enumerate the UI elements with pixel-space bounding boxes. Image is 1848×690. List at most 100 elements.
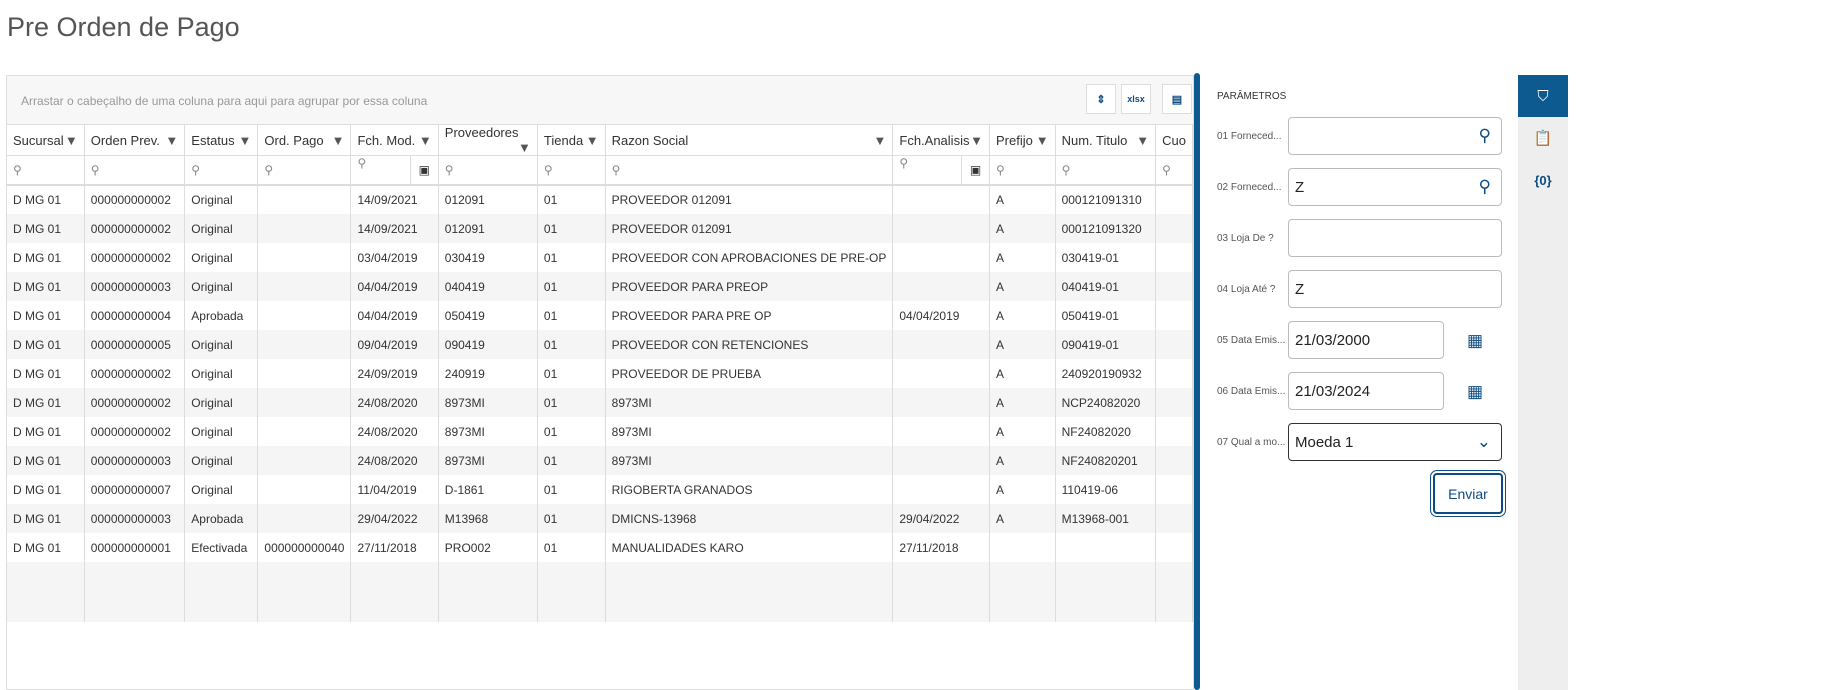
table-row[interactable]: D MG 01 000000000002 Original 03/04/2019 030…	[7, 243, 1193, 272]
calendar-icon[interactable]: ▣	[960, 156, 989, 184]
search-icon: ⚲	[899, 156, 909, 170]
column-filter-input[interactable]: ⚲	[989, 155, 1056, 186]
search-icon[interactable]: ⚲	[1479, 126, 1491, 146]
group-hint: Arrastar o cabeçalho de uma coluna para …	[21, 94, 428, 108]
column-label: Num. Titulo	[1061, 132, 1128, 148]
table-cell: Original	[184, 272, 259, 301]
table-cell: 29/04/2022	[350, 504, 439, 533]
table-row[interactable]: D MG 01 000000000004 Aprobada 04/04/2019 050…	[7, 301, 1193, 330]
table-cell: MANUALIDADES KARO	[605, 533, 894, 562]
parameter-input[interactable]: 21/03/2024	[1288, 372, 1444, 410]
table-cell: 012091	[438, 214, 538, 243]
column-header[interactable]: Sucursal ▼	[7, 125, 85, 156]
table-cell: 000000000040	[257, 533, 352, 562]
search-icon: ⚲	[357, 156, 367, 170]
table-row[interactable]: D MG 01 000000000002 Original 24/09/2019 240…	[7, 359, 1193, 388]
table-cell	[892, 185, 990, 214]
filter-icon[interactable]: ▼	[586, 133, 599, 148]
column-header[interactable]: Estatus ▼	[184, 125, 259, 156]
table-cell: A	[989, 301, 1056, 330]
column-filter-input[interactable]: ⚲	[605, 155, 894, 186]
table-cell: 01	[537, 330, 606, 359]
table-cell: Original	[184, 359, 259, 388]
column-filter-input[interactable]: ⚲	[257, 155, 352, 186]
parameter-input[interactable]: Z	[1288, 270, 1502, 308]
filter-icon[interactable]: ▼	[239, 133, 252, 148]
column-filter-input[interactable]: ⚲	[1055, 155, 1157, 186]
column-header[interactable]: Proveedores ▼	[438, 125, 538, 156]
table-cell: RIGOBERTA GRANADOS	[605, 475, 894, 504]
table-row[interactable]: D MG 01 000000000002 Original 14/09/2021 012…	[7, 214, 1193, 243]
column-header[interactable]: Cuo	[1155, 125, 1193, 156]
filter-icon[interactable]: ▼	[165, 133, 178, 148]
column-filter-input[interactable]: ⚲	[1155, 155, 1193, 186]
calendar-icon[interactable]: ▣	[409, 156, 437, 184]
table-row[interactable]: D MG 01 000000000002 Original 24/08/2020 897…	[7, 388, 1193, 417]
export-xlsx-button[interactable]: xlsx	[1121, 84, 1151, 114]
calendar-icon[interactable]: ▦	[1467, 382, 1483, 402]
table-cell	[892, 446, 990, 475]
parameter-input[interactable]: Moeda 1 ⌄	[1288, 423, 1502, 461]
column-filter-input[interactable]: ⚲	[7, 155, 85, 186]
table-cell	[892, 388, 990, 417]
table-row[interactable]: D MG 01 000000000002 Original 24/08/2020 897…	[7, 417, 1193, 446]
filter-icon[interactable]: ▼	[332, 133, 345, 148]
filter-icon[interactable]: ▼	[65, 133, 78, 148]
parameter-input[interactable]: ⚲	[1288, 117, 1502, 155]
table-row[interactable]: D MG 01 000000000001 Efectivada 00000000004…	[7, 533, 1193, 562]
table-row[interactable]: D MG 01 000000000005 Original 09/04/2019 090…	[7, 330, 1193, 359]
send-button[interactable]: Enviar	[1430, 470, 1506, 517]
filter-icon[interactable]: ▼	[970, 133, 983, 148]
filter-icon[interactable]: ▼	[874, 133, 887, 148]
column-filter-input[interactable]: ⚲	[184, 155, 259, 186]
table-row[interactable]: D MG 01 000000000003 Original 24/08/2020 897…	[7, 446, 1193, 475]
collapse-button[interactable]: ⇕	[1086, 84, 1116, 114]
column-chooser-button[interactable]: ▤	[1162, 84, 1192, 114]
table-cell: 000000000002	[84, 185, 186, 214]
table-cell: A	[989, 504, 1056, 533]
table-cell: PROVEEDOR CON APROBACIONES DE PRE-OP	[605, 243, 894, 272]
column-header[interactable]: Fch.Analisis ▼	[892, 125, 990, 156]
table-cell	[257, 475, 352, 504]
table-cell: 04/04/2019	[350, 272, 439, 301]
column-filter-input[interactable]: ⚲ ▣	[892, 155, 990, 186]
table-row[interactable]: D MG 01 000000000002 Original 14/09/2021 012…	[7, 185, 1193, 214]
chevron-down-icon[interactable]: ⌄	[1477, 432, 1491, 452]
table-cell: 000000000005	[84, 330, 186, 359]
table-row[interactable]: D MG 01 000000000007 Original 11/04/2019 D-1…	[7, 475, 1193, 504]
filter-icon[interactable]: ⛉	[1518, 75, 1568, 117]
clipboard-icon[interactable]: 📋	[1518, 117, 1568, 159]
filter-icon[interactable]: ▼	[419, 133, 432, 148]
column-filter-input[interactable]: ⚲ ▣	[350, 155, 439, 186]
table-cell: 090419	[438, 330, 538, 359]
search-icon[interactable]: ⚲	[1479, 177, 1491, 197]
column-header[interactable]: Ord. Pago ▼	[257, 125, 352, 156]
table-cell: D MG 01	[7, 388, 85, 417]
calendar-icon[interactable]: ▦	[1467, 331, 1483, 351]
column-header[interactable]: Fch. Mod. ▼	[350, 125, 439, 156]
variables-icon[interactable]: {0}	[1518, 159, 1568, 201]
table-cell	[989, 533, 1056, 562]
column-header[interactable]: Num. Titulo ▼	[1055, 125, 1157, 156]
parameter-input[interactable]: 21/03/2000	[1288, 321, 1444, 359]
filter-icon[interactable]: ▼	[1136, 133, 1149, 148]
search-icon: ⚲	[90, 163, 100, 177]
column-filter-input[interactable]: ⚲	[438, 155, 538, 186]
table-row[interactable]: D MG 01 000000000003 Original 04/04/2019 040…	[7, 272, 1193, 301]
parameter-input[interactable]	[1288, 219, 1502, 257]
column-header[interactable]: Tienda ▼	[537, 125, 606, 156]
table-cell	[892, 214, 990, 243]
group-panel[interactable]: Arrastar o cabeçalho de uma coluna para …	[7, 76, 1193, 125]
parameter-input[interactable]: Z ⚲	[1288, 168, 1502, 206]
table-cell: 8973MI	[438, 417, 538, 446]
filter-icon[interactable]: ▼	[1036, 133, 1049, 148]
search-icon: ⚲	[444, 163, 454, 177]
column-header[interactable]: Orden Prev. ▼	[84, 125, 186, 156]
parameter-label: 06 Data Emis...	[1217, 386, 1286, 397]
column-filter-input[interactable]: ⚲	[537, 155, 606, 186]
column-filter-input[interactable]: ⚲	[84, 155, 186, 186]
table-row[interactable]: D MG 01 000000000003 Aprobada 29/04/2022 M13…	[7, 504, 1193, 533]
filter-icon[interactable]: ▼	[518, 140, 531, 155]
column-header[interactable]: Razon Social ▼	[605, 125, 894, 156]
column-header[interactable]: Prefijo ▼	[989, 125, 1056, 156]
